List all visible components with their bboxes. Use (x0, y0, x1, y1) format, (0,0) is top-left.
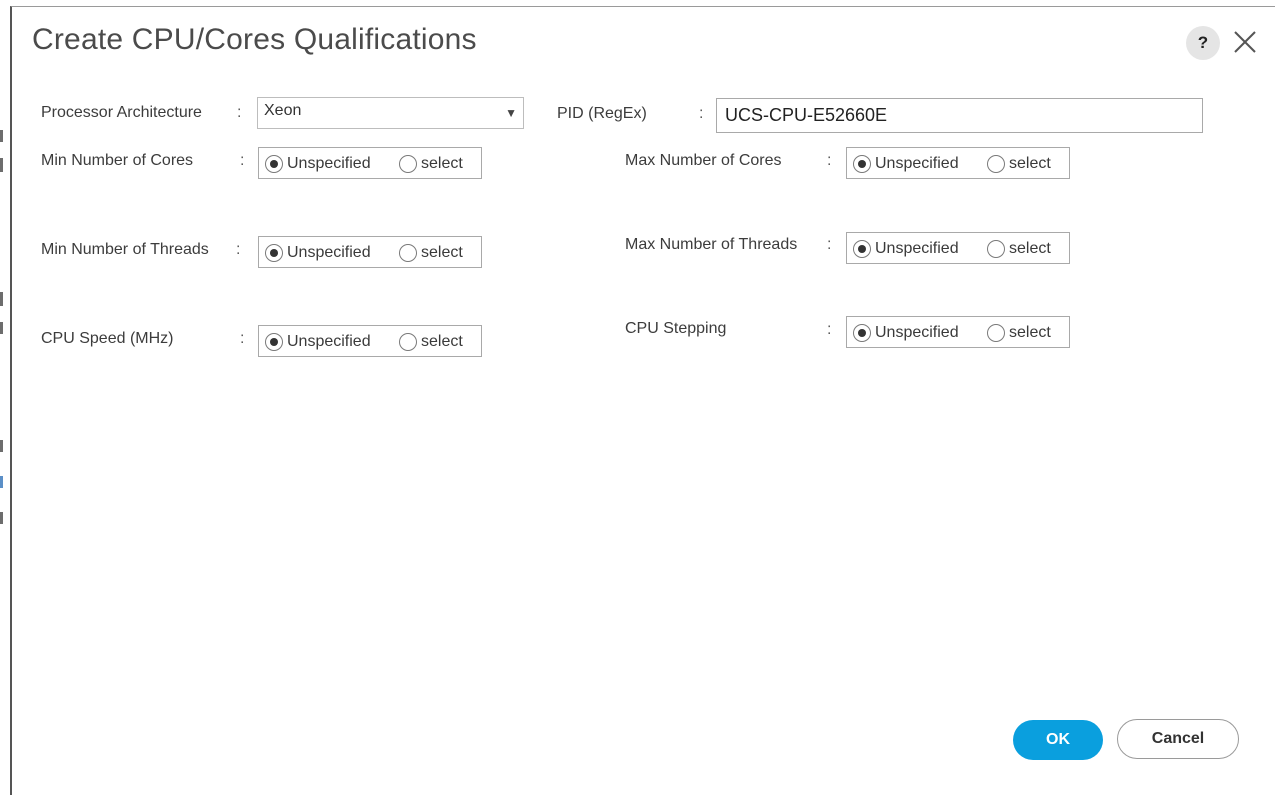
option-label: select (421, 333, 463, 350)
max-threads-select-option[interactable]: select (987, 238, 1051, 260)
max-threads-label: Max Number of Threads (625, 236, 798, 253)
min-threads-radio-group: Unspecified select (258, 236, 482, 268)
option-label: select (421, 244, 463, 261)
ok-button[interactable]: OK (1013, 720, 1103, 760)
cpu-speed-label: CPU Speed (MHz) (41, 330, 174, 347)
max-cores-unspecified-option[interactable]: Unspecified (853, 153, 959, 175)
cpu-stepping-radio-group: Unspecified select (846, 316, 1070, 348)
background-fragment (0, 292, 3, 306)
background-window-edge (0, 0, 10, 797)
close-icon[interactable] (1230, 27, 1260, 57)
colon: : (237, 104, 242, 121)
cpu-stepping-unspecified-option[interactable]: Unspecified (853, 322, 959, 344)
colon: : (827, 152, 832, 169)
radio-unchecked-icon (399, 244, 417, 262)
radio-unchecked-icon (987, 240, 1005, 258)
cancel-button[interactable]: Cancel (1117, 719, 1239, 759)
pid-regex-input[interactable] (716, 98, 1203, 133)
background-fragment (0, 476, 3, 488)
option-label: Unspecified (875, 240, 959, 257)
max-cores-radio-group: Unspecified select (846, 147, 1070, 179)
colon: : (240, 152, 245, 169)
radio-unchecked-icon (399, 155, 417, 173)
min-threads-select-option[interactable]: select (399, 242, 463, 264)
create-cpu-qualifications-dialog: Create CPU/Cores Qualifications ? Proces… (10, 6, 1275, 795)
option-label: Unspecified (287, 155, 371, 172)
min-threads-label: Min Number of Threads (41, 241, 209, 258)
radio-unchecked-icon (399, 333, 417, 351)
cpu-speed-unspecified-option[interactable]: Unspecified (265, 331, 371, 353)
radio-checked-icon (853, 240, 871, 258)
min-threads-unspecified-option[interactable]: Unspecified (265, 242, 371, 264)
option-label: Unspecified (287, 244, 371, 261)
colon: : (827, 236, 832, 253)
option-label: select (1009, 155, 1051, 172)
background-fragment (0, 130, 3, 142)
option-label: Unspecified (875, 324, 959, 341)
max-threads-radio-group: Unspecified select (846, 232, 1070, 264)
dialog-title: Create CPU/Cores Qualifications (32, 23, 477, 56)
cpu-stepping-label: CPU Stepping (625, 320, 727, 337)
max-cores-label: Max Number of Cores (625, 152, 782, 169)
background-fragment (0, 512, 3, 524)
min-cores-radio-group: Unspecified select (258, 147, 482, 179)
min-cores-label: Min Number of Cores (41, 152, 194, 169)
option-label: Unspecified (875, 155, 959, 172)
option-label: select (1009, 324, 1051, 341)
colon: : (827, 321, 832, 338)
screen: Create CPU/Cores Qualifications ? Proces… (0, 0, 1275, 797)
max-cores-select-option[interactable]: select (987, 153, 1051, 175)
processor-architecture-select[interactable]: Xeon ▼ (257, 97, 524, 129)
radio-checked-icon (853, 324, 871, 342)
help-button[interactable]: ? (1186, 26, 1220, 60)
cpu-stepping-select-option[interactable]: select (987, 322, 1051, 344)
radio-checked-icon (853, 155, 871, 173)
radio-checked-icon (265, 333, 283, 351)
background-fragment (0, 440, 3, 452)
max-threads-unspecified-option[interactable]: Unspecified (853, 238, 959, 260)
radio-checked-icon (265, 155, 283, 173)
radio-checked-icon (265, 244, 283, 262)
radio-unchecked-icon (987, 155, 1005, 173)
min-cores-unspecified-option[interactable]: Unspecified (265, 153, 371, 175)
option-label: Unspecified (287, 333, 371, 350)
colon: : (699, 105, 704, 122)
option-label: select (1009, 240, 1051, 257)
processor-architecture-label: Processor Architecture (41, 104, 202, 121)
dropdown-arrow-icon: ▼ (505, 106, 517, 120)
min-cores-select-option[interactable]: select (399, 153, 463, 175)
colon: : (240, 330, 245, 347)
processor-architecture-value: Xeon (264, 102, 302, 119)
background-fragment (0, 322, 3, 334)
cpu-speed-radio-group: Unspecified select (258, 325, 482, 357)
pid-regex-label: PID (RegEx) (557, 105, 647, 122)
colon: : (236, 241, 241, 258)
cpu-speed-select-option[interactable]: select (399, 331, 463, 353)
background-fragment (0, 158, 3, 172)
option-label: select (421, 155, 463, 172)
radio-unchecked-icon (987, 324, 1005, 342)
